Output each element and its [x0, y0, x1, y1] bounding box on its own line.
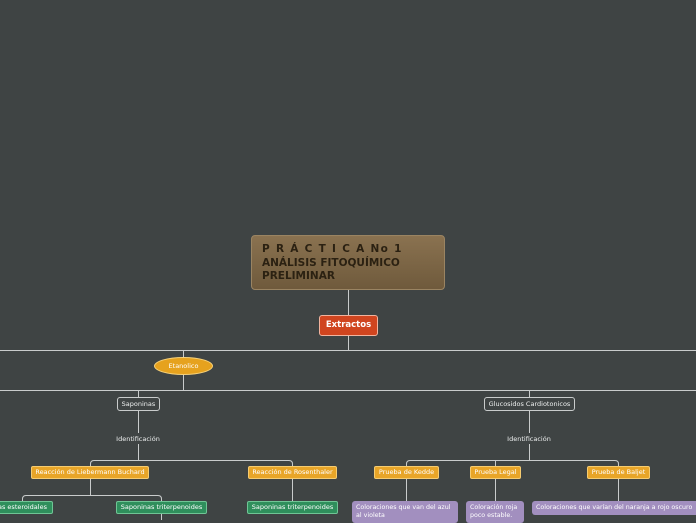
mind-map-canvas: P R Á C T I C A No 1 ANÁLISIS FITOQUÍMIC… [0, 0, 696, 523]
saponinas-triterpenoides-node-1[interactable]: Saponinas triterpenoides [116, 501, 207, 514]
legal-node[interactable]: Prueba Legal [470, 466, 521, 479]
rosenthaler-node[interactable]: Reacción de Rosenthaler [248, 466, 337, 479]
root-topic[interactable]: P R Á C T I C A No 1 ANÁLISIS FITOQUÍMIC… [251, 235, 445, 290]
connector-liebermann-types [22, 479, 162, 501]
coloracion-naranja-node[interactable]: Coloraciones que varían del naranja a ro… [532, 501, 696, 515]
connector-extractos-branch [0, 336, 696, 351]
identificacion-right-node[interactable]: Identificación [499, 434, 559, 444]
glucosidos-node[interactable]: Glucosidos Cardiotonicos [484, 397, 575, 411]
connector-identificacion-left-reactions [90, 444, 293, 466]
connector-etanolico-branch [0, 375, 696, 391]
kedde-node[interactable]: Prueba de Kedde [374, 466, 439, 479]
saponinas-triterpenoides-node-2[interactable]: Saponinas triterpenoides [247, 501, 338, 514]
liebermann-node[interactable]: Reacción de Liebermann Buchard [31, 466, 149, 479]
root-title-line2: ANÁLISIS FITOQUÍMICO PRELIMINAR [262, 256, 400, 283]
root-title-line1: P R Á C T I C A No 1 [262, 243, 403, 255]
etanolico-node[interactable]: Etanolico [154, 357, 213, 375]
saponinas-esteroidales-node[interactable]: as esteroidales [0, 501, 53, 514]
connector-identificacion-right-tests [406, 444, 619, 466]
extractos-node[interactable]: Extractos [319, 315, 378, 336]
identificacion-left-node[interactable]: Identificación [108, 434, 168, 444]
saponinas-node[interactable]: Saponinas [117, 397, 160, 411]
baljet-node[interactable]: Prueba de Baljet [587, 466, 650, 479]
